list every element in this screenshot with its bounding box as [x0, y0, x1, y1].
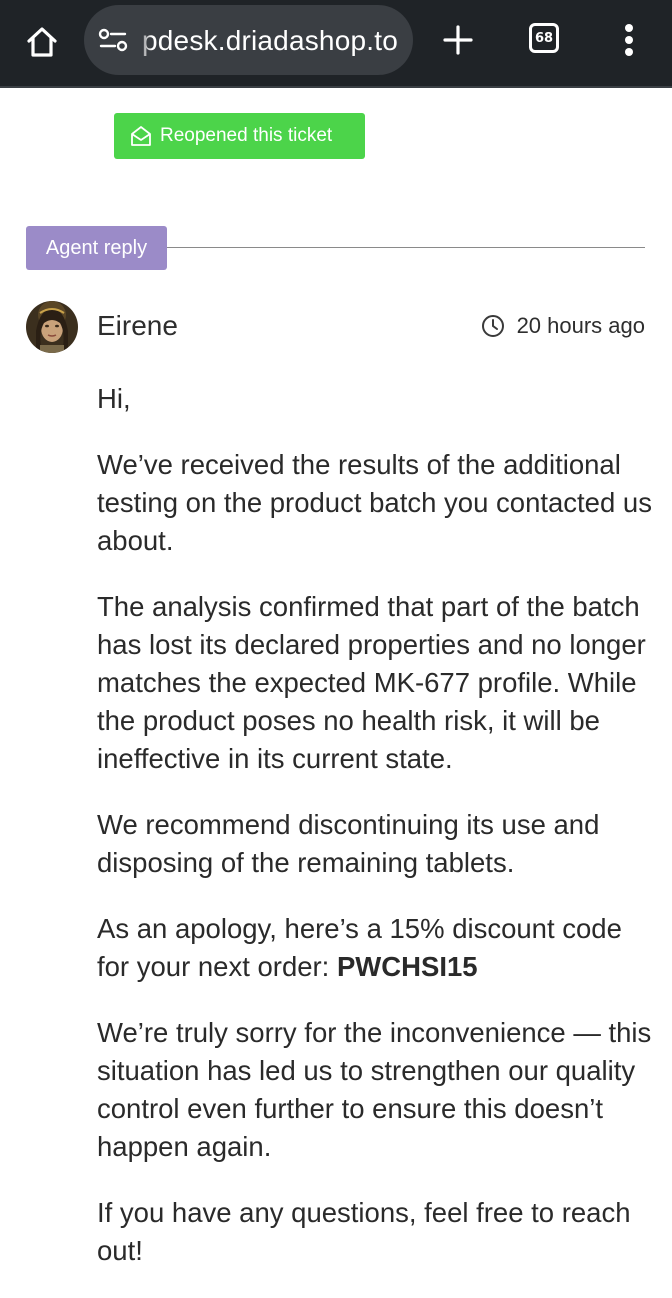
message-paragraph: We’ve received the results of the additi… — [97, 449, 652, 556]
clock-icon — [481, 315, 504, 337]
agent-reply-badge: Agent reply — [26, 226, 167, 270]
message-body: Hi, We’ve received the results of the ad… — [97, 380, 657, 1298]
reopened-ticket-badge: Reopened this ticket — [114, 113, 365, 159]
home-icon — [27, 27, 57, 57]
browser-toolbar: pdesk.driadashop.to 68 — [0, 0, 672, 88]
address-bar[interactable]: pdesk.driadashop.to — [84, 5, 413, 75]
home-button[interactable] — [20, 20, 64, 64]
browser-menu-button[interactable] — [611, 18, 647, 62]
envelope-open-icon — [131, 126, 151, 146]
url-fade — [134, 15, 152, 65]
section-divider — [167, 247, 645, 248]
message-paragraph: We’re truly sorry for the inconvenience … — [97, 1017, 652, 1162]
url-text[interactable]: pdesk.driadashop.to — [142, 25, 398, 57]
plus-icon — [443, 25, 473, 55]
message-paragraph: The analysis confirmed that part of the … — [97, 591, 646, 774]
site-settings-icon[interactable] — [98, 27, 128, 53]
discount-code: PWCHSI15 — [336, 951, 478, 982]
reply-timestamp: 20 hours ago — [481, 313, 645, 339]
message-paragraph: We recommend discontinuing its use and d… — [97, 809, 600, 878]
author-name: Eirene — [97, 310, 178, 341]
timestamp-text: 20 hours ago — [516, 313, 645, 338]
message-paragraph: If you have any questions, feel free to … — [97, 1197, 631, 1266]
tab-switcher-button[interactable]: 68 — [529, 23, 559, 53]
reopened-ticket-label: Reopened this ticket — [160, 125, 333, 146]
message-greeting: Hi, — [97, 383, 131, 414]
avatar — [26, 301, 78, 353]
tab-count: 68 — [534, 30, 554, 46]
new-tab-button[interactable] — [436, 18, 480, 62]
more-vert-icon — [625, 24, 633, 56]
message-paragraph-discount: As an apology, here’s a 15% discount cod… — [97, 910, 657, 986]
